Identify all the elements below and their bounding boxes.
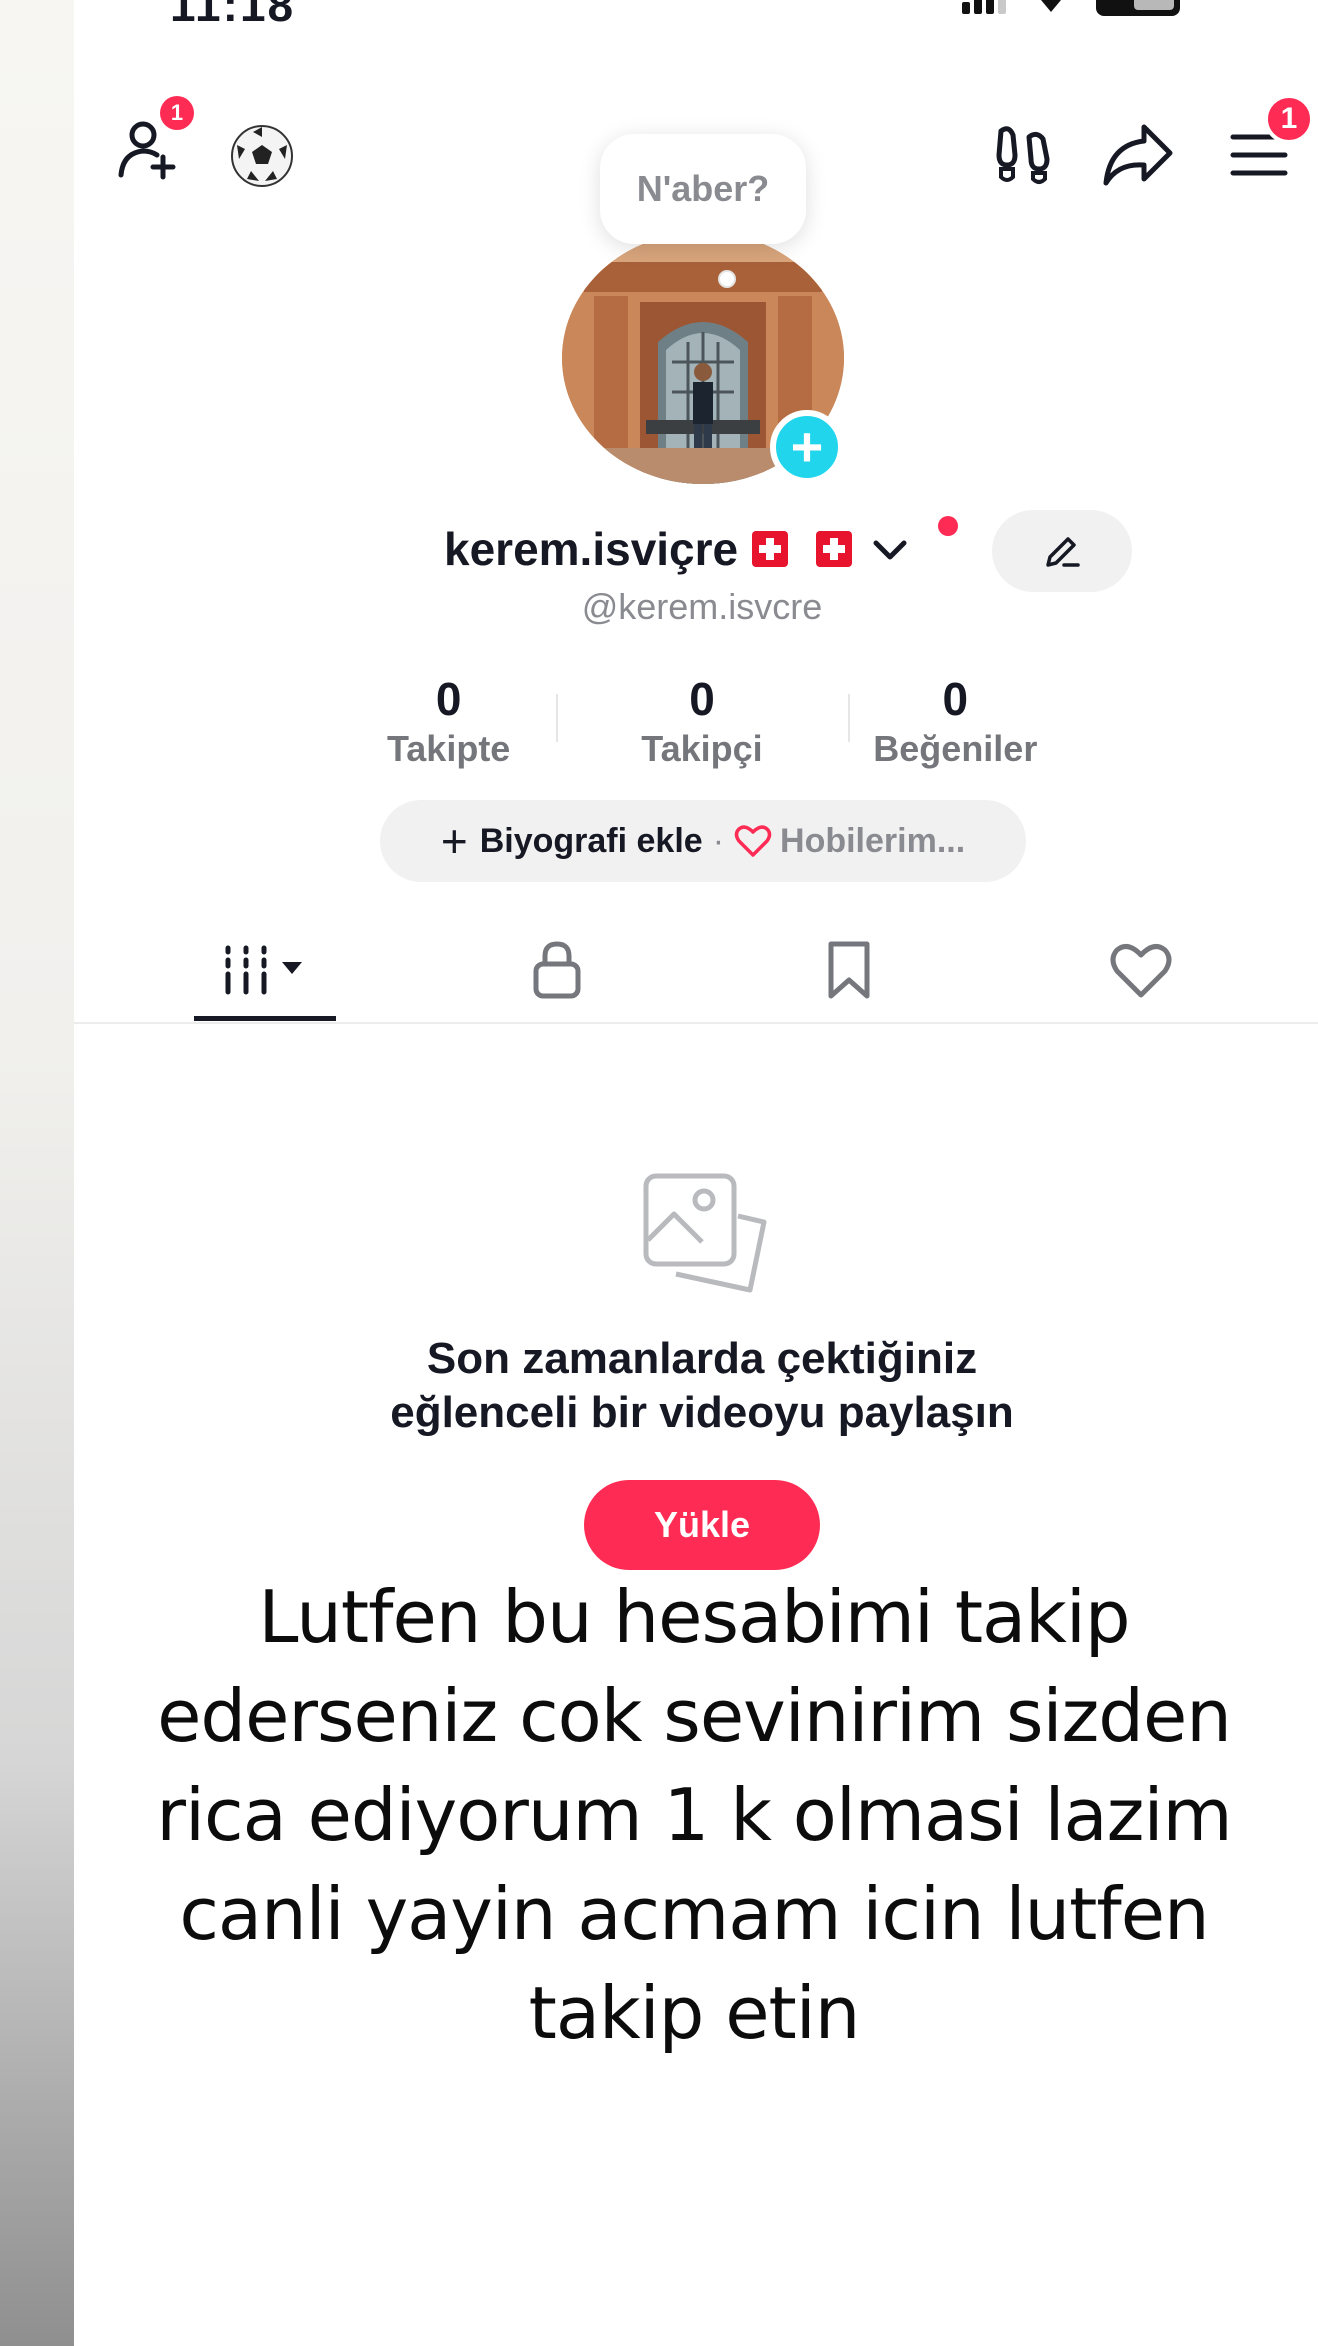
soccer-ball-icon [231, 125, 293, 187]
tab-private[interactable] [486, 920, 628, 1020]
stat-label: Takipte [386, 728, 511, 769]
profile-views-button[interactable] [988, 118, 1058, 188]
overlay-caption: Lutfen bu hesabimi takip ederseniz cok s… [156, 1575, 1232, 2055]
stat-following[interactable]: 0 Takipte [322, 672, 575, 772]
active-tab-indicator [194, 1016, 336, 1021]
content-tabs [74, 920, 1318, 1024]
heart-outline-icon [734, 825, 772, 857]
chevron-down-icon [873, 540, 907, 560]
status-icons [962, 0, 1180, 24]
add-bio-button[interactable]: + Biyografi ekle · Hobilerim... [380, 800, 1026, 882]
empty-state-line: Son zamanlarda çektiğiniz [426, 1334, 978, 1383]
stat-followers[interactable]: 0 Takipçi [575, 672, 828, 772]
status-bubble[interactable]: N'aber? [600, 134, 806, 244]
photos-icon [640, 1170, 770, 1300]
stat-divider [556, 694, 558, 742]
display-name: kerem.isviçre [444, 523, 739, 575]
name-row: kerem.isviçre [444, 518, 910, 580]
video-grid-icon [225, 945, 302, 995]
stats-row: 0 Takipte 0 Takipçi 0 Beğeniler [322, 672, 1082, 772]
wifi-icon [1028, 0, 1074, 12]
tab-videos[interactable] [194, 920, 336, 1020]
soccer-ball-button[interactable] [226, 120, 298, 192]
share-icon [1103, 124, 1173, 186]
empty-state-message: Son zamanlarda çektiğiniz eğlenceli bir … [74, 1332, 1318, 1440]
upload-button[interactable]: Yükle [584, 1480, 820, 1570]
stat-likes[interactable]: 0 Beğeniler [829, 672, 1082, 772]
stat-label: Takipçi [641, 728, 763, 769]
account-switch-button[interactable] [870, 529, 910, 569]
bio-separator: · [712, 821, 725, 860]
tab-saved[interactable] [778, 920, 920, 1020]
stat-label: Beğeniler [873, 728, 1038, 769]
heart-outline-icon [1110, 943, 1172, 998]
plus-icon: + [790, 415, 824, 478]
empty-state-line: eğlenceli bir videoyu paylaşın [390, 1388, 1014, 1437]
pencil-icon [1046, 537, 1080, 567]
add-story-button[interactable]: + [770, 410, 844, 484]
status-time: 11:18 [170, 0, 296, 31]
stat-value: 0 [689, 673, 715, 725]
add-bio-label: Biyografi ekle [479, 821, 703, 860]
notification-dot [938, 516, 958, 536]
lock-icon [533, 941, 581, 999]
add-friends-badge: 1 [160, 96, 194, 130]
swiss-flag-icon [816, 531, 853, 567]
hobbies-label: Hobilerim... [780, 821, 966, 860]
background-strip [0, 0, 74, 2346]
stat-value: 0 [942, 673, 969, 725]
footprints-icon [996, 126, 1050, 184]
bubble-pointer [718, 270, 736, 288]
stat-divider [848, 694, 850, 742]
battery-icon [1096, 0, 1180, 16]
signal-icon [962, 0, 1006, 14]
plus-icon: + [440, 815, 468, 867]
menu-badge: 1 [1264, 94, 1314, 144]
username: @kerem.isvcre [581, 586, 823, 627]
edit-profile-button[interactable] [992, 510, 1132, 592]
share-button[interactable] [1100, 116, 1176, 192]
bookmark-icon [828, 941, 870, 999]
swiss-flag-icon [752, 531, 789, 567]
stat-value: 0 [435, 673, 462, 725]
tab-liked[interactable] [1070, 920, 1212, 1020]
